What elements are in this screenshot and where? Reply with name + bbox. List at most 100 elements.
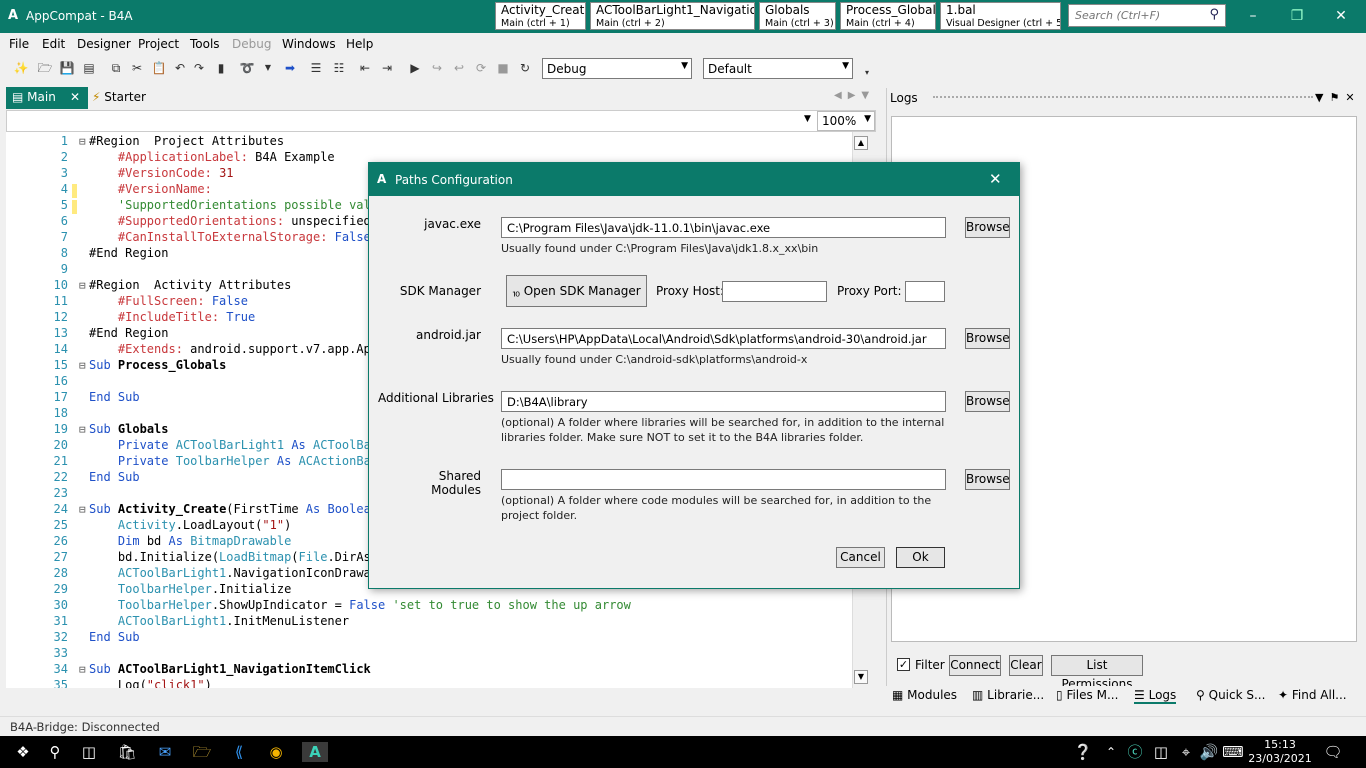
code-line[interactable]: 'SupportedOrientations possible valu — [89, 198, 378, 212]
toolbar-overflow-icon[interactable]: ▾ — [858, 64, 876, 82]
volume-icon[interactable]: 🔊 — [1198, 742, 1220, 762]
code-line[interactable]: #FullScreen: False — [89, 294, 248, 308]
chevron-down-icon[interactable]: ▼ — [804, 114, 811, 124]
javac-path-input[interactable]: C:\Program Files\Java\jdk-11.0.1\bin\jav… — [501, 217, 946, 238]
file-explorer-icon[interactable]: 🗁 — [191, 742, 213, 762]
open-sdk-manager-button[interactable]: ⏨ Open SDK Manager — [506, 275, 647, 307]
code-line[interactable]: Sub ACToolBarLight1_NavigationItemClick — [89, 662, 371, 676]
code-line[interactable]: ACToolBarLight1.InitMenuListener — [89, 614, 349, 628]
connect-button[interactable]: Connect — [949, 655, 1001, 676]
back-dropdown-icon[interactable]: ▼ — [259, 59, 277, 77]
edge-icon[interactable]: ⓒ — [1124, 742, 1146, 762]
taskbar-clock[interactable]: 15:13 23/03/2021 — [1248, 738, 1312, 766]
menu-file[interactable]: File — [9, 37, 29, 51]
close-tab-icon[interactable]: ✕ — [70, 90, 80, 104]
chevron-up-icon[interactable]: ⌃ — [1100, 742, 1122, 762]
stop-debug-icon[interactable]: ■ — [494, 59, 512, 77]
keyboard-icon[interactable]: ⌨ — [1222, 742, 1244, 762]
bookmark-icon[interactable]: ▮ — [212, 59, 230, 77]
menu-project[interactable]: Project — [138, 37, 179, 51]
quick-tab-process-globals[interactable]: Process_Globals Main (ctrl + 4) — [840, 2, 936, 30]
task-view-icon[interactable]: ◫ — [78, 742, 100, 762]
uncomment-block-icon[interactable]: ☷ — [330, 59, 348, 77]
step-into-icon[interactable]: ↩ — [450, 59, 468, 77]
zoom-select[interactable]: 100% ▼ — [817, 111, 875, 131]
sub-selector-combo[interactable] — [6, 110, 876, 132]
proxy-port-input[interactable] — [905, 281, 945, 302]
new-file-icon[interactable]: ✨ — [12, 59, 30, 77]
code-line[interactable]: #Region Activity Attributes — [89, 278, 291, 292]
code-line[interactable]: Dim bd As BitmapDrawable — [89, 534, 291, 548]
mail-icon[interactable]: ✉ — [154, 742, 176, 762]
code-line[interactable]: Private ToolbarHelper As ACActionBar — [89, 454, 378, 468]
run-icon[interactable]: ▶ — [406, 59, 424, 77]
list-permissions-button[interactable]: List Permissions — [1051, 655, 1143, 691]
undo-icon[interactable]: ↶ — [171, 59, 189, 77]
code-line[interactable]: #Extends: android.support.v7.app.App — [89, 342, 378, 356]
code-line[interactable]: Log("click1") — [89, 678, 212, 688]
fold-toggle-icon[interactable]: ⊟ — [79, 359, 86, 372]
quick-tab-activity-create[interactable]: Activity_Create Main (ctrl + 1) — [495, 2, 586, 30]
code-line[interactable]: End Sub — [89, 630, 140, 644]
open-folder-icon[interactable]: 🗁 — [36, 59, 54, 77]
paste-icon[interactable]: 📋 — [150, 59, 168, 77]
search-icon[interactable]: ⚲ — [44, 742, 66, 762]
browse-shared-modules-button[interactable]: Browse — [965, 469, 1010, 490]
minimize-button[interactable]: – — [1238, 6, 1268, 26]
code-line[interactable]: Sub Globals — [89, 422, 169, 436]
code-line[interactable]: ACToolBarLight1.NavigationIconDrawab — [89, 566, 378, 580]
fold-toggle-icon[interactable]: ⊟ — [79, 503, 86, 516]
code-line[interactable]: Private ACToolBarLight1 As ACToolBar — [89, 438, 378, 452]
code-line[interactable]: #VersionName: — [89, 182, 212, 196]
fold-toggle-icon[interactable]: ⊟ — [79, 135, 86, 148]
menu-tools[interactable]: Tools — [190, 37, 220, 51]
close-window-button[interactable]: ✕ — [1326, 6, 1356, 26]
browse-android-jar-button[interactable]: Browse — [965, 328, 1010, 349]
code-line[interactable]: #SupportedOrientations: unspecified — [89, 214, 371, 228]
code-line[interactable]: #Region Project Attributes — [89, 134, 284, 148]
tab-libraries[interactable]: ▥ Librarie... — [972, 688, 1044, 702]
wifi-icon[interactable]: ⌖ — [1175, 742, 1197, 762]
tab-files-manager[interactable]: ▯ Files M... — [1056, 688, 1118, 702]
browse-javac-button[interactable]: Browse — [965, 217, 1010, 238]
menu-debug[interactable]: Debug — [232, 37, 271, 51]
cancel-button[interactable]: Cancel — [836, 547, 885, 568]
outdent-icon[interactable]: ⇤ — [356, 59, 374, 77]
menu-help[interactable]: Help — [346, 37, 373, 51]
quick-tab-designer[interactable]: 1.bal Visual Designer (ctrl + 5) — [940, 2, 1061, 30]
tab-find-all[interactable]: ✦ Find All... — [1278, 688, 1347, 702]
help-icon[interactable]: ❔ — [1072, 742, 1094, 762]
code-line[interactable]: Activity.LoadLayout("1") — [89, 518, 291, 532]
quick-tab-globals[interactable]: Globals Main (ctrl + 3) — [759, 2, 836, 30]
notifications-icon[interactable]: 🗨 — [1322, 742, 1344, 762]
code-line[interactable]: End Sub — [89, 390, 140, 404]
tab-starter[interactable]: ⚡ Starter — [92, 90, 146, 104]
close-dialog-icon[interactable]: ✕ — [989, 170, 1002, 188]
code-line[interactable]: ToolbarHelper.Initialize — [89, 582, 291, 596]
code-line[interactable]: End Sub — [89, 470, 140, 484]
scroll-down-arrow[interactable]: ▼ — [854, 670, 868, 684]
tab-quick-search[interactable]: ⚲ Quick S... — [1196, 688, 1265, 702]
windows-start-icon[interactable]: ❖ — [12, 742, 34, 762]
code-line[interactable]: Sub Process_Globals — [89, 358, 226, 372]
search-box[interactable]: Search (Ctrl+F) ⚲ — [1068, 4, 1226, 27]
device-config-select[interactable]: Default ▼ — [703, 58, 853, 79]
code-line[interactable]: #End Region — [89, 326, 168, 340]
vscode-icon[interactable]: ⟪ — [228, 742, 250, 762]
navigate-back-icon[interactable]: ➰ — [238, 59, 256, 77]
maximize-button[interactable]: ❐ — [1282, 6, 1312, 26]
menu-edit[interactable]: Edit — [42, 37, 65, 51]
browse-libraries-button[interactable]: Browse — [965, 391, 1010, 412]
code-line[interactable]: Sub Activity_Create(FirstTime As Boolean — [89, 502, 378, 516]
menu-windows[interactable]: Windows — [282, 37, 336, 51]
save-all-icon[interactable]: ▤ — [80, 59, 98, 77]
refresh-icon[interactable]: ↻ — [516, 59, 534, 77]
redo-icon[interactable]: ↷ — [190, 59, 208, 77]
cut-icon[interactable]: ✂ — [128, 59, 146, 77]
menu-designer[interactable]: Designer — [77, 37, 131, 51]
navigate-forward-icon[interactable]: ➡ — [281, 59, 299, 77]
panel-controls[interactable]: ▼⚑✕ — [1315, 91, 1361, 104]
indent-icon[interactable]: ⇥ — [378, 59, 396, 77]
code-line[interactable]: bd.Initialize(LoadBitmap(File.DirAss — [89, 550, 378, 564]
android-jar-input[interactable]: C:\Users\HP\AppData\Local\Android\Sdk\pl… — [501, 328, 946, 349]
